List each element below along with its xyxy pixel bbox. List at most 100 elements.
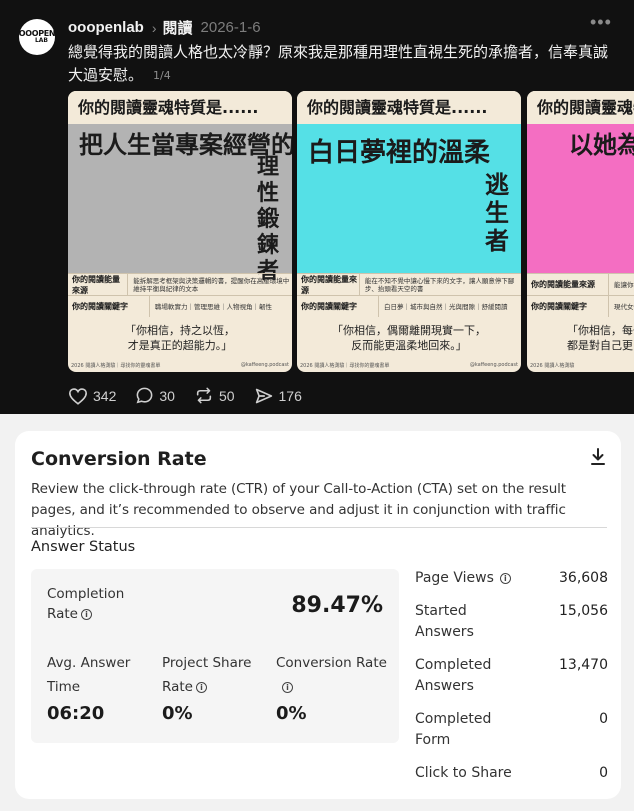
more-options-icon[interactable]: ••• [590,12,612,33]
card-header: 你的閱讀靈魂特質是...... [527,91,634,124]
post-date: 2026-1-6 [200,19,261,36]
like-button[interactable]: 342 [68,387,116,405]
post-actions: 342 30 50 176 [68,386,321,405]
card-row: 你的閱讀關鍵字 職場軟實力｜管理思維｜人物視角｜韌性 [68,295,292,317]
heart-icon [68,387,88,405]
card-header: 你的閱讀靈魂特質是...... [68,91,292,124]
avatar-logo-subtext: LAB [34,37,48,44]
image-carousel[interactable]: 你的閱讀靈魂特質是...... 把人生當專案經營的 理性鍛鍊者 你的閱讀能量來源… [68,91,634,372]
completion-rate-label: Completion Rate i [47,584,124,624]
stat-value: 0 [599,765,608,781]
card-row: 你的閱讀能量來源 能讓你把人生 [527,273,634,295]
panel-title: Conversion Rate [31,448,207,470]
card-quote: 「你相信，持之以恆， 才是真正的超能力。」 [125,324,235,352]
stat-label: Completed Answers [415,657,492,694]
card-row-key: 你的閱讀能量來源 [527,274,609,295]
card-row: 你的閱讀關鍵字 現代女性 [527,295,634,317]
completion-rate-label-line2: Rate [47,606,78,622]
conversion-rate-panel: Conversion Rate Review the click-through… [15,431,621,799]
comment-icon [136,387,153,404]
card-row-key: 你的閱讀關鍵字 [527,296,609,317]
stat-value: 36,608 [559,570,608,586]
card-row-key: 你的閱讀能量來源 [297,274,360,295]
social-post: OOOPEN LAB ooopenlab › 閱讀 2026-1-6 ••• 總… [0,0,634,414]
avatar[interactable]: OOOPEN LAB [19,19,56,55]
comment-count: 30 [159,387,175,404]
card-row-value: 能拆解思考框架與決策邏輯的書，提醒你在高壓環境中維持平衡與紀律的文本 [133,276,290,293]
project-share-rate-label: Project Share Rate i [162,651,251,699]
card-vertical-title: 理性鍛鍊者 [256,155,279,284]
divider [31,527,607,528]
avg-answer-label-line2: Time [47,679,81,695]
topic-tag[interactable]: 閱讀 [163,17,193,38]
card-footer-right: @kaffeeng.podcast [469,362,518,368]
username[interactable]: ooopenlab [68,19,144,36]
info-icon[interactable]: i [499,573,511,584]
post-text: 總覺得我的閱讀人格也太冷靜？原來我是那種用理性直視生死的承擔者，信奉真誠大過安慰… [68,41,613,87]
like-count: 342 [93,387,117,404]
card-quote: 「你相信，每一 都是對自己更 [567,324,634,352]
download-button[interactable] [590,448,606,471]
card-header: 你的閱讀靈魂特質是...... [297,91,521,124]
card-row-key: 你的閱讀關鍵字 [297,296,379,317]
stat-value: 15,056 [559,603,608,619]
conversion-rate-label-text: Conversion Rate [276,655,387,671]
project-share-label-line2: Rate [162,679,193,695]
card-row-value: 能在不知不覺中讓心慢下來的文字，讓人願意停下腳步、抬頭看天空的書 [364,276,515,293]
card-row: 你的閱讀關鍵字 白日夢｜城市與自然｜光與間隙｜舒緩閱讀 [297,295,521,317]
card-footer-left: 2026 閱讀人格測驗｜尋找你的靈魂書單 [71,363,161,369]
card-footer-left: 2026 閱讀人格測驗｜尋找你的靈魂書單 [300,363,390,369]
answer-status-box: Completion Rate i 89.47% Avg. Answer Time… [31,569,399,743]
project-share-rate-value: 0% [162,703,193,724]
image-pager: 1/4 [153,69,171,82]
post-body: 總覺得我的閱讀人格也太冷靜？原來我是那種用理性直視生死的承擔者，信奉真誠大過安慰… [68,43,609,84]
stat-label-text: Page Views [415,570,494,586]
stat-label: Started Answers [415,603,474,640]
avg-answer-label-line1: Avg. Answer [47,655,131,671]
info-icon[interactable]: i [80,609,92,620]
card-footer: 2026 閱讀人格測驗｜尋找你的靈魂書單 @kaffeeng.podcast [71,362,289,369]
comment-button[interactable]: 30 [135,386,175,405]
card-row-value: 白日夢｜城市與自然｜光與間隙｜舒緩閱讀 [384,302,508,311]
card-row-key: 你的閱讀能量來源 [68,274,129,295]
chevron-right-icon: › [151,19,157,36]
conversion-rate-label: Conversion Rate i [276,651,387,699]
carousel-card[interactable]: 你的閱讀靈魂特質是...... 把人生當專案經營的 理性鍛鍊者 你的閱讀能量來源… [68,91,292,372]
card-row-value: 現代女性 [614,302,634,311]
card-footer-right: @kaffeeng.podcast [240,362,289,368]
card-row-value: 職場軟實力｜管理思維｜人物視角｜韌性 [155,302,272,311]
carousel-card[interactable]: 你的閱讀靈魂特質是...... 白日夢裡的溫柔 逃生者 你的閱讀能量來源 能在不… [297,91,521,372]
card-footer-left: 2026 閱讀人格測驗 [530,363,575,369]
card-row-value: 能讓你把人生 [614,280,634,289]
card-quote: 「你相信，偶爾離開現實一下， 反而能更溫柔地回來。」 [332,324,486,352]
repost-icon [196,387,212,404]
stat-label: Completed Form [415,711,492,748]
info-icon[interactable]: i [282,682,293,693]
download-icon [591,448,605,465]
card-footer: 2026 閱讀人格測驗 [530,362,634,369]
avg-answer-time-value: 06:20 [47,703,105,724]
card-footer: 2026 閱讀人格測驗｜尋找你的靈魂書單 @kaffeeng.podcast [300,362,518,369]
send-icon [255,388,272,403]
card-row-key: 你的閱讀關鍵字 [68,296,150,317]
stat-value: 0 [599,711,608,727]
stat-label: Click to Share [415,765,512,781]
card-headline: 白日夢裡的溫柔 [308,138,491,168]
carousel-card[interactable]: 你的閱讀靈魂特質是...... 以她為 你的閱讀能量來源 能讓你把人生 你的閱讀… [527,91,634,372]
share-count: 176 [278,387,302,404]
card-headline: 以她為 [569,131,634,159]
answer-status-title: Answer Status [31,539,136,555]
post-header: ooopenlab › 閱讀 2026-1-6 [68,17,261,38]
project-share-label-line1: Project Share [162,655,252,671]
share-button[interactable]: 176 [254,387,302,405]
card-vertical-title: 逃生者 [485,171,509,255]
completion-rate-label-line1: Completion [47,586,125,602]
repost-count: 50 [218,387,235,404]
panel-description: Review the click-through rate (CTR) of y… [31,481,566,539]
info-icon[interactable]: i [195,682,207,693]
repost-button[interactable]: 50 [194,386,235,405]
stat-label: Page Views i [415,568,525,589]
card-row: 你的閱讀能量來源 能拆解思考框架與決策邏輯的書，提醒你在高壓環境中維持平衡與紀律… [68,273,292,295]
conversion-rate-value: 0% [276,703,307,724]
card-row: 你的閱讀能量來源 能在不知不覺中讓心慢下來的文字，讓人願意停下腳步、抬頭看天空的… [297,273,521,295]
